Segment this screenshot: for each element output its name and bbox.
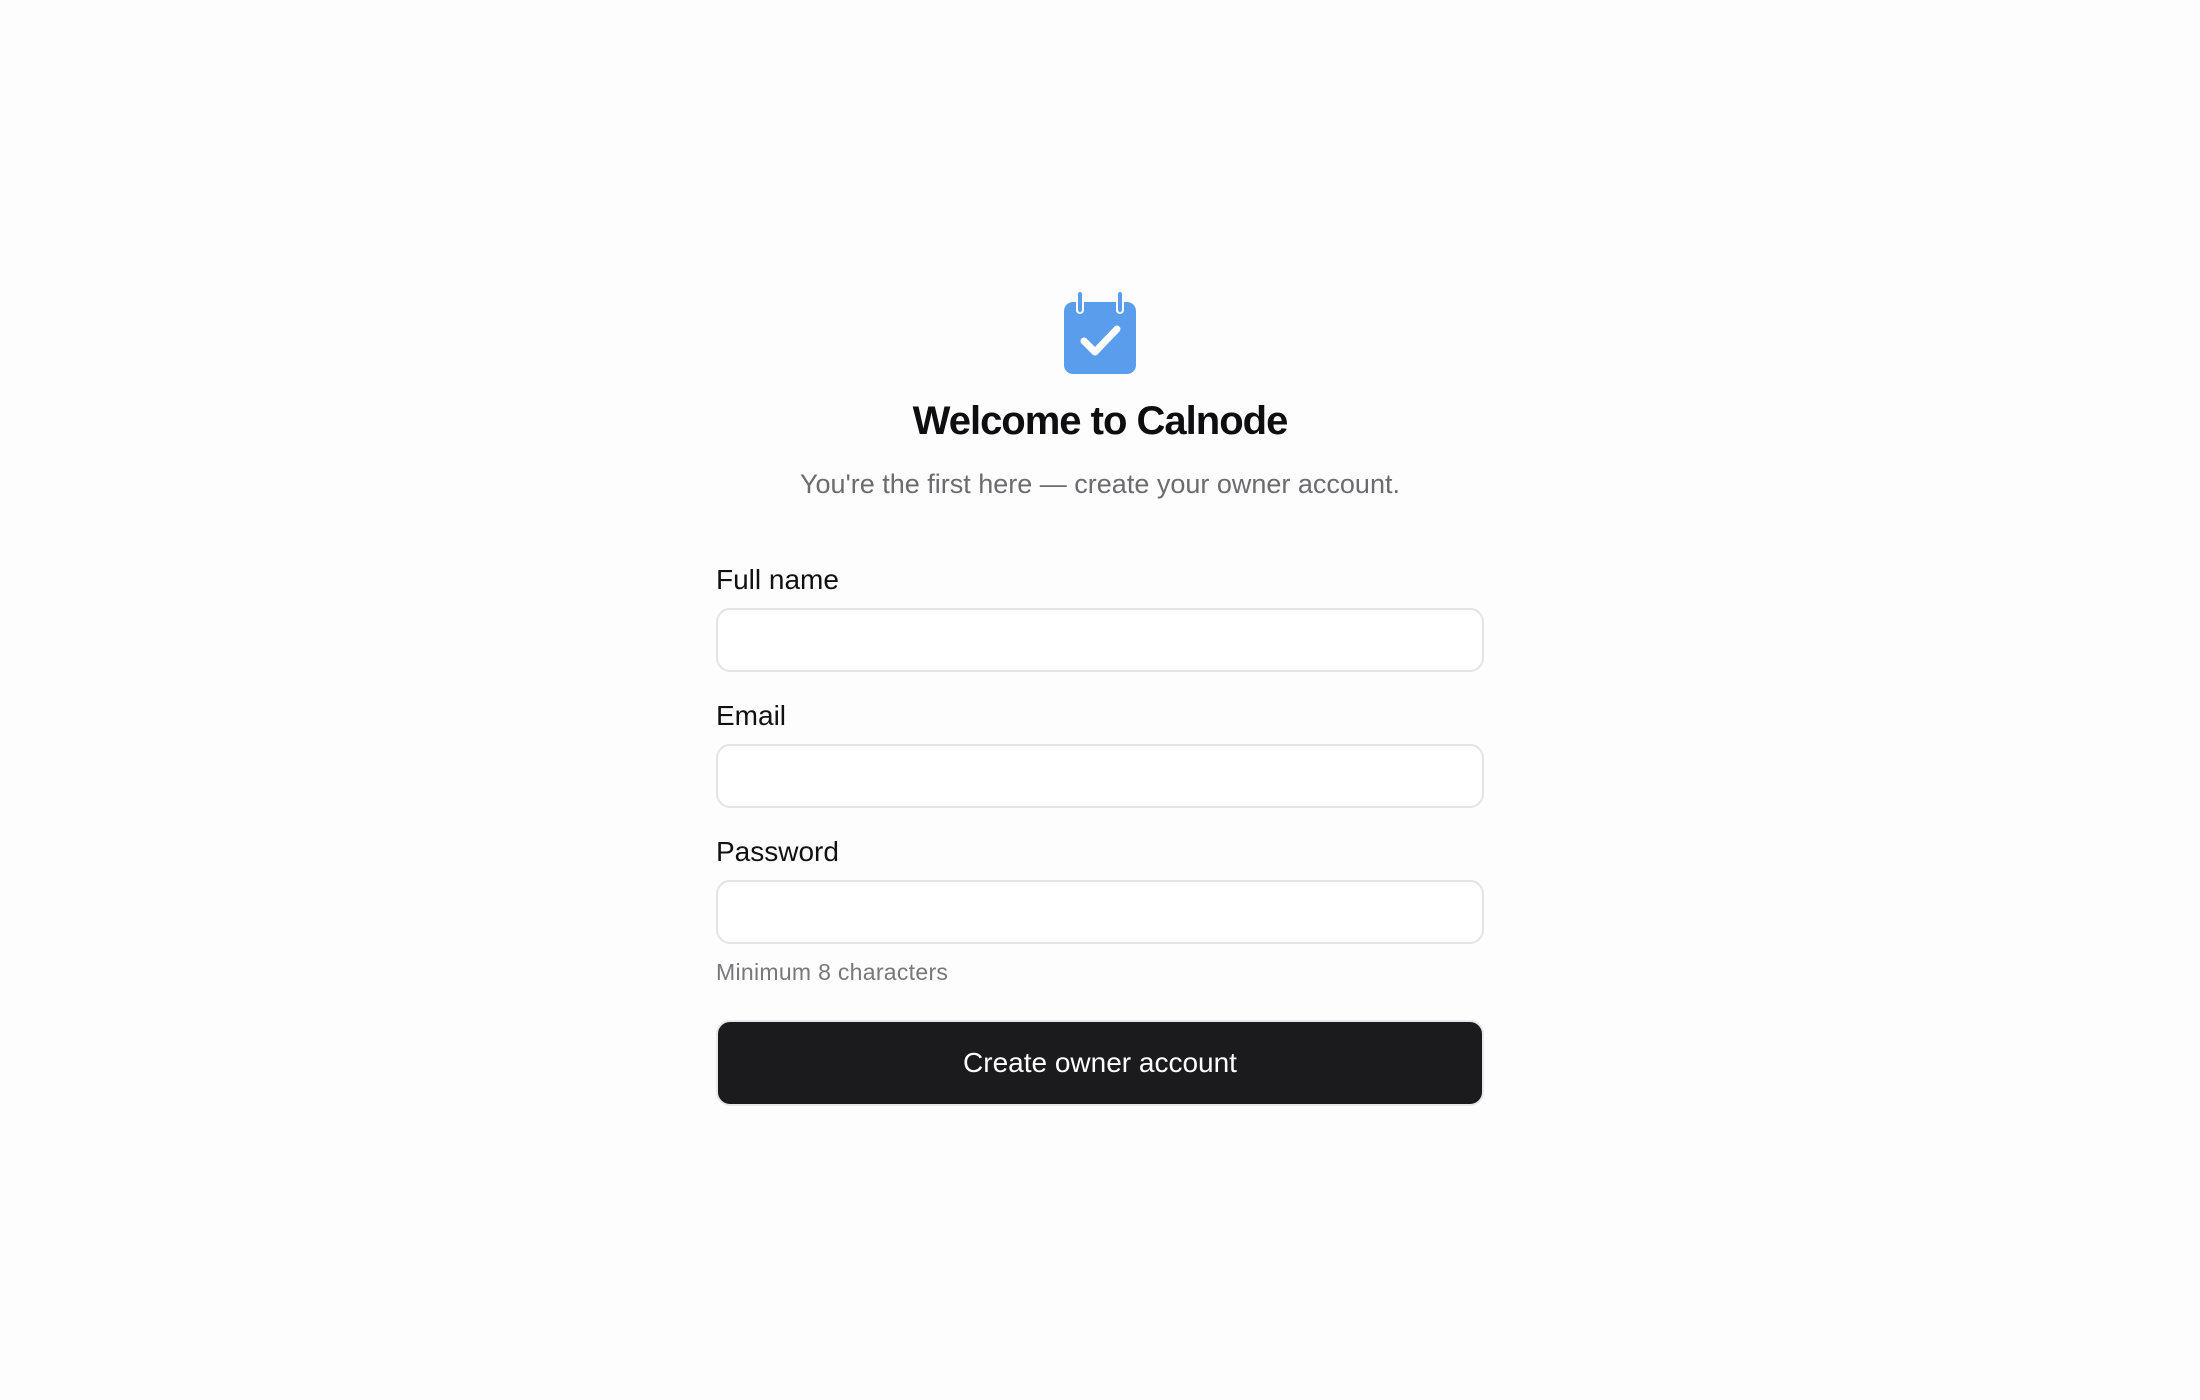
create-owner-account-button[interactable]: Create owner account bbox=[716, 1020, 1484, 1106]
full-name-input[interactable] bbox=[716, 608, 1484, 672]
email-input[interactable] bbox=[716, 744, 1484, 808]
page-subtitle: You're the first here — create your owne… bbox=[800, 469, 1400, 499]
password-label: Password bbox=[716, 836, 839, 867]
page-title: Welcome to Calnode bbox=[912, 399, 1289, 443]
full-name-label: Full name bbox=[716, 564, 839, 595]
setup-page: Welcome to Calnode You're the first here… bbox=[0, 0, 2200, 1400]
password-input[interactable] bbox=[716, 880, 1484, 944]
calendar-check-icon bbox=[1062, 290, 1138, 376]
password-hint: Minimum 8 characters bbox=[716, 959, 949, 985]
email-label: Email bbox=[716, 700, 787, 731]
